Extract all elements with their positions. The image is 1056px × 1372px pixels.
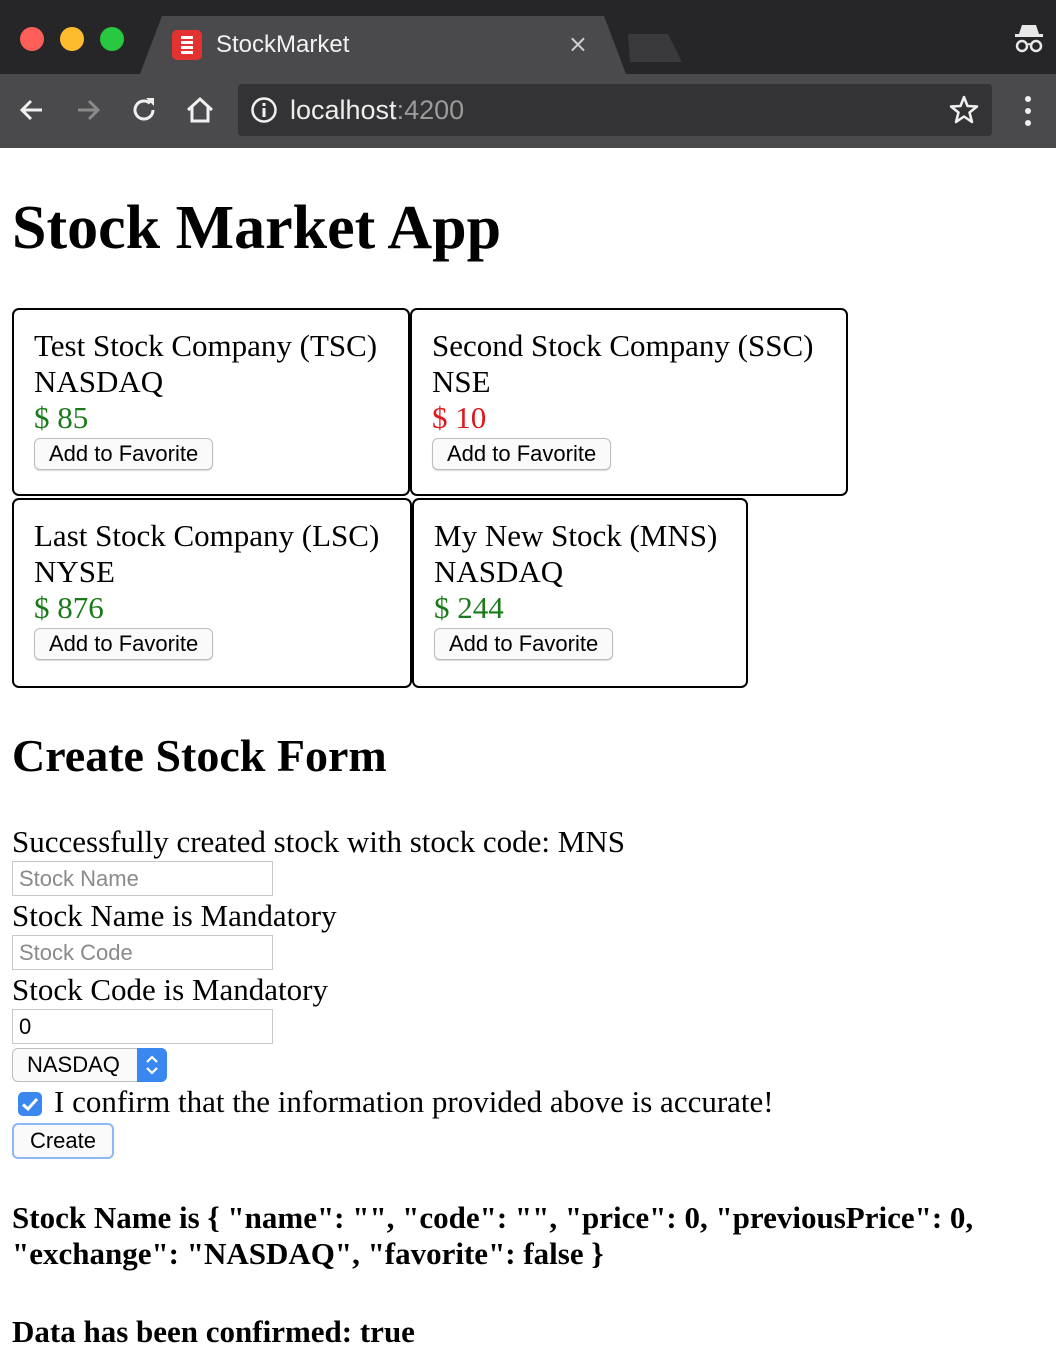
form-json-output: Stock Name is { "name": "", "code": "", … [12, 1200, 981, 1271]
form-title: Create Stock Form [12, 730, 387, 781]
favicon-icon [172, 30, 202, 60]
exchange-selected-value: NASDAQ [27, 1052, 120, 1077]
stock-exchange: NYSE [34, 554, 115, 589]
stock-name-input[interactable]: Stock Name [12, 861, 273, 896]
home-icon[interactable] [184, 94, 216, 126]
exchange-select[interactable]: NASDAQ [12, 1048, 167, 1082]
address-bar[interactable]: localhost:4200 [238, 84, 992, 136]
page-title: Stock Market App [12, 194, 502, 262]
confirmation-status: Data has been confirmed: true [12, 1314, 415, 1349]
stock-price: $ 85 [34, 400, 89, 435]
incognito-icon [1015, 25, 1043, 53]
stock-card-mns: My New Stock (MNS) NASDAQ $ 244 Add to F… [412, 498, 748, 688]
stock-card-ssc: Second Stock Company (SSC) NSE $ 10 Add … [410, 308, 848, 496]
add-to-favorite-button[interactable]: Add to Favorite [434, 628, 614, 660]
stock-exchange: NASDAQ [34, 364, 164, 399]
confirm-checkbox[interactable] [18, 1092, 42, 1116]
add-to-favorite-button[interactable]: Add to Favorite [34, 628, 214, 660]
forward-arrow-icon[interactable] [72, 94, 104, 126]
create-button[interactable]: Create [12, 1123, 114, 1159]
stock-name: Last Stock Company (LSC) [34, 518, 380, 553]
stock-name: Test Stock Company (TSC) [34, 328, 378, 363]
tab-title: StockMarket [216, 31, 350, 58]
stock-price: $ 876 [34, 590, 104, 625]
back-arrow-icon[interactable] [16, 94, 48, 126]
maximize-window-button[interactable] [100, 27, 124, 51]
stock-price-input[interactable]: 0 [12, 1009, 273, 1044]
stock-card-tsc: Test Stock Company (TSC) NASDAQ $ 85 Add… [12, 308, 410, 496]
confirm-label: I confirm that the information provided … [54, 1084, 774, 1119]
bookmark-star-icon[interactable] [948, 94, 980, 126]
stock-price: $ 244 [434, 590, 504, 625]
stock-name-error: Stock Name is Mandatory [12, 898, 337, 933]
close-window-button[interactable] [20, 27, 44, 51]
info-icon[interactable] [250, 96, 278, 124]
stock-name: My New Stock (MNS) [434, 518, 718, 553]
stock-exchange: NSE [432, 364, 491, 399]
reload-icon[interactable] [128, 94, 160, 126]
minimize-window-button[interactable] [60, 27, 84, 51]
stock-price: $ 10 [432, 400, 487, 435]
stock-exchange: NASDAQ [434, 554, 564, 589]
select-stepper-icon [137, 1048, 167, 1082]
browser-tab[interactable]: StockMarket × [140, 16, 626, 74]
browser-tab-bar: StockMarket × [0, 0, 1056, 74]
add-to-favorite-button[interactable]: Add to Favorite [34, 438, 214, 470]
new-tab-button[interactable] [618, 34, 682, 62]
stock-name: Second Stock Company (SSC) [432, 328, 814, 363]
stock-code-input[interactable]: Stock Code [12, 935, 273, 970]
url-text: localhost:4200 [290, 95, 465, 125]
tab-close-icon[interactable]: × [568, 29, 588, 59]
add-to-favorite-button[interactable]: Add to Favorite [432, 438, 612, 470]
success-message: Successfully created stock with stock co… [12, 824, 625, 859]
kebab-menu-icon[interactable] [1016, 94, 1040, 128]
checkmark-icon [21, 1097, 39, 1112]
stock-code-error: Stock Code is Mandatory [12, 972, 328, 1007]
stock-card-lsc: Last Stock Company (LSC) NYSE $ 876 Add … [12, 498, 412, 688]
